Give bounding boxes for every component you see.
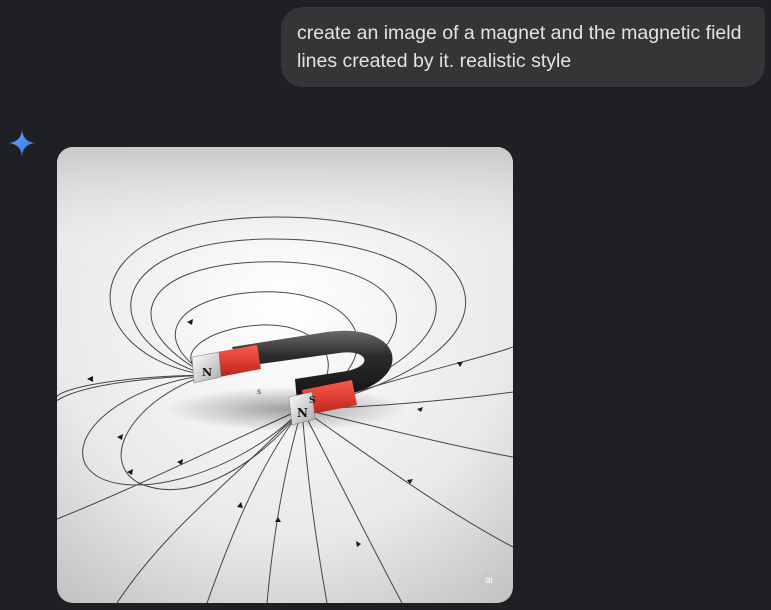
magnet-field-illustration: N N S s <box>57 147 513 603</box>
pole-label-n2: N <box>297 406 308 420</box>
user-message-text: create an image of a magnet and the magn… <box>297 22 742 72</box>
generated-image[interactable]: N N S s ai <box>57 147 513 603</box>
user-message-bubble: create an image of a magnet and the magn… <box>281 7 765 87</box>
pole-label-s: S <box>309 396 316 406</box>
pole-label-small-s: s <box>257 387 261 396</box>
gemini-sparkle-icon <box>8 129 36 157</box>
pole-label-n: N <box>202 366 212 379</box>
ai-generated-badge: ai <box>479 573 499 589</box>
